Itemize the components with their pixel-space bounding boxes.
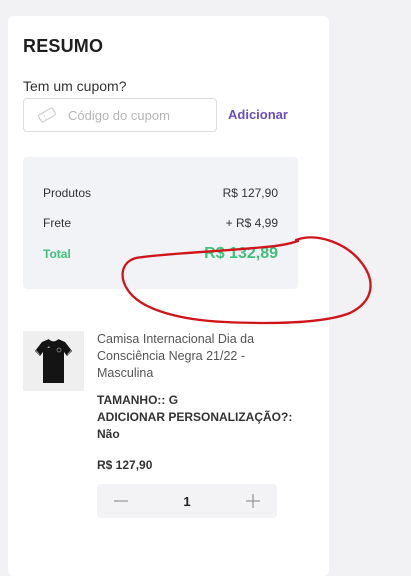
personalization-value: Não [97,427,120,441]
personalization-label: ADICIONAR PERSONALIZAÇÃO?: [97,410,293,424]
totals-panel: Produtos R$ 127,90 Frete + R$ 4,99 Total… [23,157,298,289]
shipping-value: + R$ 4,99 [225,216,278,230]
jersey-image [23,331,84,391]
coupon-field[interactable] [23,98,217,132]
quantity-stepper: 1 [97,484,277,518]
summary-title: RESUMO [23,36,104,56]
product-size: TAMANHO:: G [97,393,179,407]
coupon-label: Tem um cupom? [23,78,127,94]
quantity-value: 1 [183,493,191,509]
total-value: R$ 132,89 [204,245,278,262]
products-value: R$ 127,90 [222,186,278,200]
plus-icon [245,494,260,508]
shipping-label: Frete [43,216,72,230]
shipping-row: Frete + R$ 4,99 [43,216,278,230]
increase-quantity-button[interactable] [245,493,261,509]
total-label: Total [43,247,71,261]
products-label: Produtos [43,186,92,200]
decrease-quantity-button[interactable] [113,493,129,509]
ticket-icon [36,107,58,123]
product-price: R$ 127,90 [97,458,153,472]
products-row: Produtos R$ 127,90 [43,186,278,200]
product-name[interactable]: Camisa Internacional Dia da Consciência … [97,331,267,382]
total-row: Total R$ 132,89 [43,245,278,263]
product-thumbnail [23,331,84,391]
coupon-input[interactable] [66,106,210,124]
minus-icon [114,500,128,502]
apply-coupon-button[interactable]: Adicionar [228,107,288,122]
